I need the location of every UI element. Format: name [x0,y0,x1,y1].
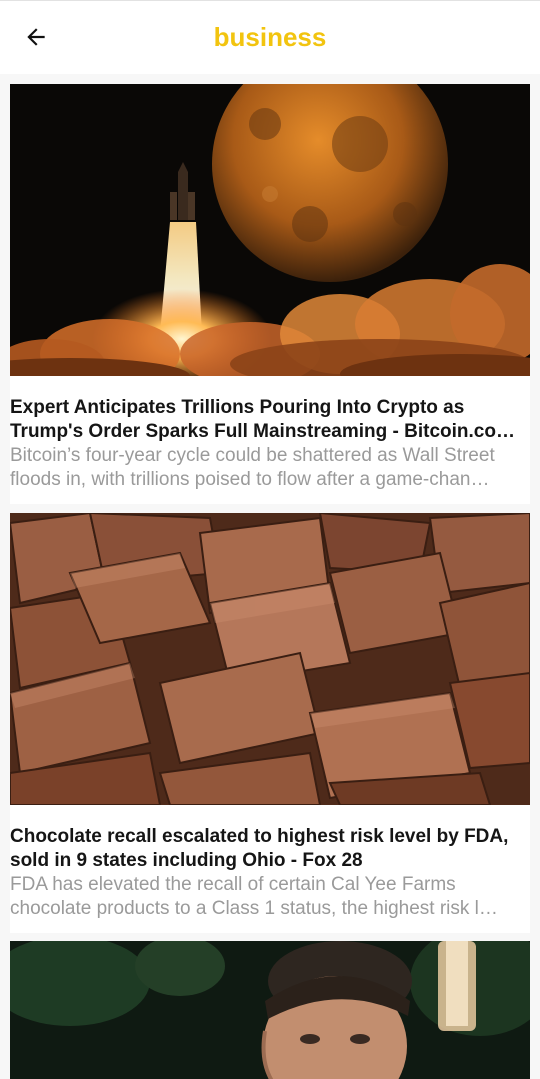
headline-line: Expert Anticipates Trillions Pouring Int… [10,397,465,418]
article-description: FDA has elevated the recall of certain C… [10,873,530,921]
headline-line: sold in 9 states including Ohio - Fox 28 [10,850,363,871]
description-line: FDA has elevated the recall of certain C… [10,874,456,895]
description-line: floods in, with trillions poised to flow… [10,469,490,490]
headline-line: Trump's Order Sparks Full Mainstreaming … [10,421,530,442]
rocket-launch-moon-image[interactable] [10,84,530,376]
chocolate-blocks-image[interactable] [10,513,530,805]
description-line: chocolate products to a Class 1 status, … [10,898,498,919]
news-card[interactable]: Expert Anticipates Trillions Pouring Int… [10,84,530,504]
page-title: business [213,22,327,52]
news-card[interactable] [10,941,530,1079]
article-headline[interactable]: Chocolate recall escalated to highest ri… [10,825,530,873]
headline-line: Chocolate recall escalated to highest ri… [10,826,509,847]
top-app-bar: business [0,0,540,74]
article-description: Bitcoin’s four-year cycle could be shatt… [10,444,530,492]
news-card[interactable]: Chocolate recall escalated to highest ri… [10,513,530,933]
app-screen: business Expert Anticipates Trillions Po… [0,0,540,1079]
description-line: Bitcoin’s four-year cycle could be shatt… [10,445,495,466]
article-headline[interactable]: Expert Anticipates Trillions Pouring Int… [10,396,530,444]
man-portrait-image[interactable] [10,941,530,1079]
